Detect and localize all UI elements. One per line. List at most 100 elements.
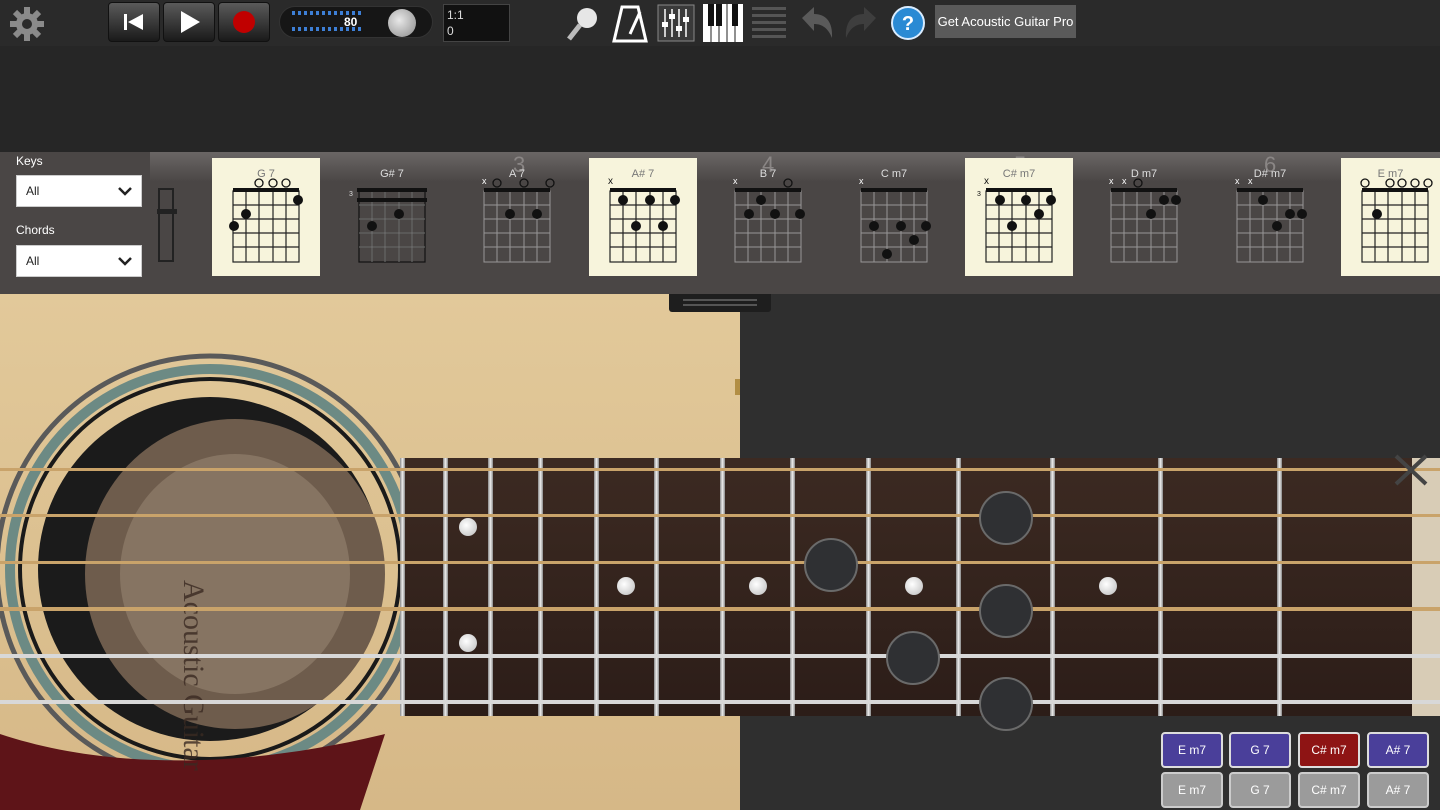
- finger-position[interactable]: [886, 631, 940, 685]
- fret-inlay: [617, 577, 635, 595]
- chord-card[interactable]: E m7: [1341, 158, 1440, 276]
- fret: [1158, 458, 1163, 716]
- play-icon: [181, 11, 200, 33]
- finger-position[interactable]: [979, 677, 1033, 731]
- svg-text:3: 3: [349, 191, 353, 198]
- svg-text:x: x: [608, 176, 613, 187]
- play-button[interactable]: [163, 2, 215, 42]
- mixer-icon[interactable]: [657, 4, 695, 42]
- fret-inlay: [749, 577, 767, 595]
- svg-text:x: x: [1248, 176, 1253, 186]
- svg-text:x: x: [1235, 176, 1240, 186]
- fret: [720, 458, 725, 716]
- chord-button[interactable]: C# m7: [1298, 772, 1360, 808]
- finger-position[interactable]: [979, 491, 1033, 545]
- chevron-down-icon: [118, 257, 132, 266]
- svg-text:3: 3: [977, 191, 981, 198]
- chord-card[interactable]: D m7 x x: [1090, 158, 1198, 276]
- gear-icon[interactable]: [9, 6, 45, 42]
- guitar-string[interactable]: [0, 468, 1440, 471]
- chord-diagram: [229, 178, 303, 263]
- nut: [1412, 458, 1440, 716]
- tempo-knob[interactable]: [388, 9, 416, 37]
- chord-button[interactable]: A# 7: [1367, 772, 1429, 808]
- record-icon: [233, 11, 255, 33]
- chord-card[interactable]: A 7 x: [463, 158, 571, 276]
- keys-value: All: [26, 184, 40, 198]
- guitar-string[interactable]: [0, 607, 1440, 611]
- fret: [443, 458, 448, 716]
- finger-position[interactable]: [979, 584, 1033, 638]
- position-display: 1:1 0: [443, 4, 510, 42]
- chords-dropdown[interactable]: All: [16, 245, 142, 277]
- chord-card[interactable]: G# 7 3: [338, 158, 446, 276]
- metronome-icon[interactable]: [612, 4, 648, 44]
- guitar-string[interactable]: [0, 700, 1440, 704]
- svg-text:x: x: [859, 176, 864, 186]
- chord-card[interactable]: B 7 x: [714, 158, 822, 276]
- chord-button[interactable]: G 7: [1229, 732, 1291, 768]
- chord-diagram: x: [482, 176, 555, 263]
- undo-icon[interactable]: [796, 4, 836, 42]
- chord-button[interactable]: G 7: [1229, 772, 1291, 808]
- fret-inlay: [905, 577, 923, 595]
- fret: [956, 458, 961, 716]
- svg-text:x: x: [733, 176, 738, 186]
- chords-value: All: [26, 254, 40, 268]
- chord-diagram: x: [859, 176, 931, 263]
- close-icon[interactable]: [1392, 452, 1430, 488]
- chord-diagram: x x: [1235, 176, 1307, 263]
- chord-card[interactable]: G 7: [212, 158, 320, 276]
- svg-text:x: x: [1122, 176, 1127, 186]
- get-pro-button[interactable]: Get Acoustic Guitar Pro: [935, 5, 1076, 38]
- chord-diagram: x 3: [977, 176, 1056, 263]
- keys-label: Keys: [16, 154, 43, 168]
- fret: [1050, 458, 1055, 716]
- chord-card[interactable]: A# 7 x: [589, 158, 697, 276]
- chord-card[interactable]: C m7 x: [840, 158, 948, 276]
- chord-diagram: x: [608, 176, 680, 263]
- rewind-icon: [124, 14, 143, 30]
- fret: [1277, 458, 1282, 716]
- list-icon[interactable]: [750, 4, 788, 42]
- fret-inlay: [1099, 577, 1117, 595]
- piano-icon[interactable]: [703, 4, 743, 42]
- guitar-string[interactable]: [0, 561, 1440, 564]
- guitar-string[interactable]: [0, 514, 1440, 517]
- chord-card[interactable]: D# m7 x x: [1216, 158, 1324, 276]
- rewind-button[interactable]: [108, 2, 160, 42]
- fret: [538, 458, 543, 716]
- chord-diagram: [1360, 178, 1433, 263]
- chord-card[interactable]: C# m7 x 3: [965, 158, 1073, 276]
- tempo-value: 80: [344, 15, 358, 29]
- help-icon[interactable]: ?: [890, 5, 926, 41]
- chords-label: Chords: [16, 223, 55, 237]
- chord-scroll-indicator[interactable]: [157, 188, 177, 264]
- fret-inlay: [459, 518, 477, 536]
- chevron-down-icon: [118, 187, 132, 196]
- position-bar-beat: 1:1: [447, 8, 464, 22]
- fret: [488, 458, 493, 716]
- redo-icon[interactable]: [842, 4, 882, 42]
- guitar-string[interactable]: [0, 654, 1440, 658]
- fret: [790, 458, 795, 716]
- fret: [654, 458, 659, 716]
- svg-text:?: ?: [902, 13, 914, 35]
- fret: [400, 458, 405, 716]
- svg-text:x: x: [1109, 176, 1114, 186]
- chord-diagram: 3: [349, 188, 427, 263]
- fret-inlay: [459, 634, 477, 652]
- chord-diagram: x: [733, 176, 805, 263]
- chord-button[interactable]: E m7: [1161, 772, 1223, 808]
- magnifier-icon[interactable]: [563, 4, 603, 44]
- keys-dropdown[interactable]: All: [16, 175, 142, 207]
- chord-button[interactable]: E m7: [1161, 732, 1223, 768]
- position-tick: 0: [447, 24, 454, 38]
- record-button[interactable]: [218, 2, 270, 42]
- svg-text:x: x: [984, 176, 989, 187]
- chord-button-active[interactable]: C# m7: [1298, 732, 1360, 768]
- chord-button[interactable]: A# 7: [1367, 732, 1429, 768]
- arrangement-area: [0, 46, 1440, 152]
- fret: [594, 458, 599, 716]
- finger-position[interactable]: [804, 538, 858, 592]
